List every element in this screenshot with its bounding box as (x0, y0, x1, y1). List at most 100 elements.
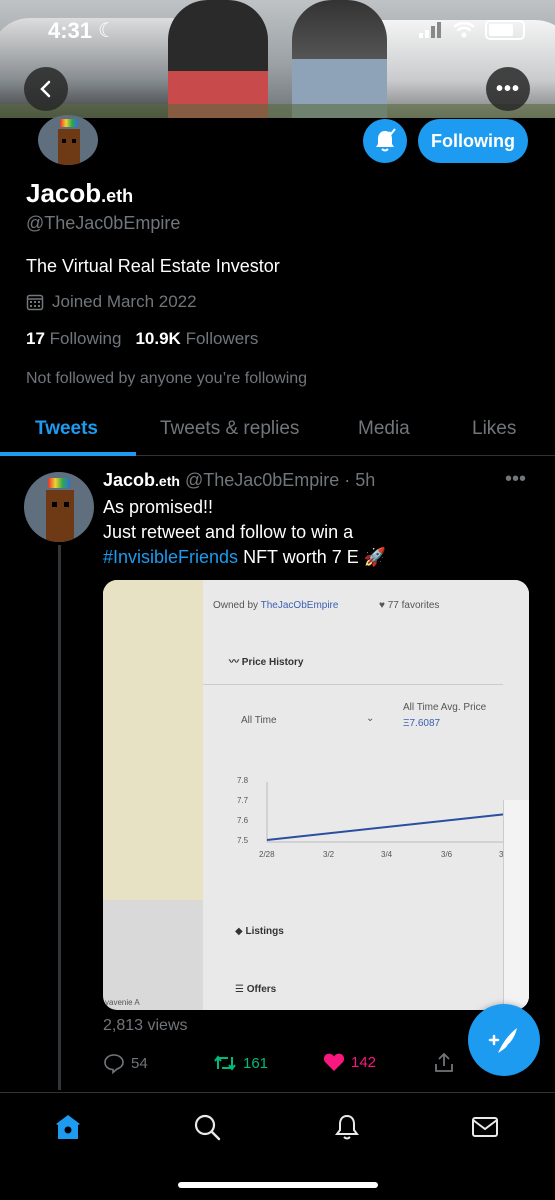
media-price-history: 〰 Price History (229, 657, 304, 668)
media-period: All Time (241, 715, 277, 726)
tweet-media-image[interactable]: Owned by TheJacObEmpire ♥ 77 favorites 〰… (103, 580, 529, 1010)
thread-line (58, 545, 61, 1090)
followers-label: Followers (185, 329, 259, 348)
retweet-icon (214, 1055, 236, 1071)
media-xtick: 2/28 (259, 850, 275, 859)
media-ytick: 7.6 (237, 816, 249, 825)
media-offers: ☰ Offers (235, 984, 277, 995)
nav-messages-button[interactable] (469, 1111, 501, 1143)
reply-icon (104, 1054, 124, 1074)
tweet-avatar-face (46, 490, 74, 542)
joined-date: Joined March 2022 (26, 292, 197, 312)
tweet-avatar-eye-right (64, 502, 69, 507)
media-divider (203, 684, 503, 685)
tweet-line-1: As promised!! (103, 497, 214, 517)
avatar-hat (60, 119, 78, 127)
heart-icon (323, 1053, 345, 1071)
retweet-button[interactable]: 161 (213, 1052, 268, 1074)
tweet-author-name: Jacob (103, 470, 156, 490)
media-offers-text: Offers (246, 984, 277, 995)
home-indicator[interactable] (178, 1182, 378, 1188)
tweet-avatar-eye-left (52, 502, 57, 507)
tweet-avatar[interactable] (24, 472, 94, 542)
media-price-chart (266, 782, 509, 843)
media-price-history-text: Price History (241, 657, 304, 668)
tweet-line-3: #InvisibleFriends NFT worth 7 E 🚀 (103, 545, 523, 570)
compose-tweet-button[interactable] (468, 1004, 540, 1076)
profile-name-text: Jacob (26, 178, 102, 208)
media-corner-text: yavenie A (105, 998, 140, 1007)
more-options-button[interactable]: ••• (486, 67, 530, 111)
following-label: Following (49, 329, 122, 348)
status-bar: 4:31 ☾ (0, 0, 555, 60)
profile-stats: 17 Following 10.9K Followers (26, 329, 258, 349)
media-ytick: 7.8 (237, 776, 249, 785)
reply-button[interactable]: 54 (103, 1052, 148, 1074)
chevron-left-icon (40, 80, 51, 98)
tweet-header: Jacob.eth @TheJac0bEmpire · 5h (103, 470, 375, 491)
hashtag-link[interactable]: #InvisibleFriends (103, 547, 238, 567)
not-followed-notice: Not followed by anyone you’re following (26, 370, 308, 387)
tweet-more-button[interactable]: ••• (505, 468, 526, 491)
notifications-bell-button[interactable] (363, 119, 407, 163)
media-owner: TheJacObEmpire (260, 600, 339, 611)
tab-media[interactable]: Media (358, 418, 410, 440)
avatar-eye-left (62, 139, 66, 143)
media-right-edge (503, 800, 529, 1010)
tweet-avatar-hat (48, 478, 70, 488)
back-button[interactable] (24, 67, 68, 111)
nav-home-button[interactable] (52, 1111, 84, 1143)
signal-icon (419, 22, 441, 38)
media-favorites-text: 77 favorites (387, 600, 440, 611)
moon-icon: ☾ (98, 20, 116, 42)
profile-tabs: Tweets Tweets & replies Media Likes (0, 404, 555, 456)
home-icon (56, 1115, 80, 1139)
media-ytick: 7.5 (237, 836, 249, 845)
share-button[interactable] (433, 1052, 455, 1074)
mail-icon (472, 1117, 498, 1137)
search-icon (194, 1114, 221, 1141)
tweet-author[interactable]: Jacob.eth (103, 470, 180, 490)
profile-avatar[interactable] (38, 115, 98, 165)
avatar-eye-right (72, 139, 76, 143)
media-yellow-paper (103, 580, 203, 900)
like-button[interactable]: 142 (323, 1052, 376, 1072)
tweet-author-suffix: .eth (155, 473, 180, 489)
compose-feather-icon (488, 1028, 517, 1053)
following-count-link[interactable]: 17 Following (26, 329, 121, 349)
media-xtick: 3/6 (441, 850, 453, 859)
tweet-line-2: Just retweet and follow to win a (103, 522, 354, 542)
tweet-views: 2,813 views (103, 1017, 188, 1034)
profile-handle: @TheJac0bEmpire (26, 213, 181, 233)
status-time: 4:31 (48, 18, 93, 43)
like-count: 142 (351, 1053, 377, 1071)
tweet-handle[interactable]: @TheJac0bEmpire (185, 470, 339, 490)
banner-ground (0, 104, 555, 118)
profile-bio: The Virtual Real Estate Investor (26, 256, 280, 276)
media-avg-label: All Time Avg. Price (403, 702, 487, 713)
reply-count: 54 (131, 1054, 148, 1072)
media-owned-by: Owned by TheJacObEmpire (213, 600, 338, 611)
following-button[interactable]: Following (418, 119, 528, 163)
media-avg-value: Ξ7.6087 (403, 718, 441, 729)
tweet-line-3-rest: NFT worth 7 E 🚀 (238, 547, 387, 567)
battery-icon (485, 20, 525, 40)
more-dots-icon: ••• (495, 77, 520, 100)
followers-count: 10.9K (135, 329, 181, 348)
bell-icon (335, 1114, 359, 1140)
media-listings: ◆ Listings (235, 926, 284, 937)
profile-name-suffix: .eth (101, 186, 134, 206)
share-icon (435, 1052, 453, 1072)
nav-notifications-button[interactable] (331, 1111, 363, 1143)
bell-check-icon (376, 128, 396, 152)
followers-count-link[interactable]: 10.9K Followers (135, 329, 258, 349)
joined-text: Joined March 2022 (52, 292, 197, 311)
tab-tweets[interactable]: Tweets (35, 418, 98, 440)
tweet-text: As promised!! Just retweet and follow to… (103, 495, 523, 570)
tab-likes[interactable]: Likes (472, 418, 516, 440)
media-owned-by-label: Owned by (213, 600, 259, 611)
tab-tweets-replies[interactable]: Tweets & replies (160, 418, 299, 440)
wifi-icon (453, 22, 475, 38)
nav-search-button[interactable] (191, 1111, 223, 1143)
avatar-face (58, 129, 80, 165)
